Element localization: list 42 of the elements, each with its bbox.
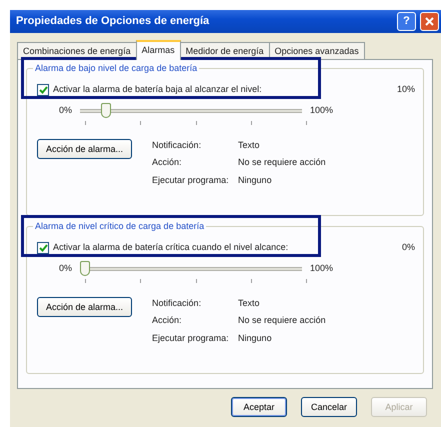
slider-min-label: 0% — [59, 104, 72, 117]
alarm-action-button[interactable]: Acción de alarma... — [37, 138, 132, 158]
detail-value: No se requiere acción — [238, 156, 326, 169]
tick-mark — [85, 278, 86, 282]
dialog-button[interactable]: Cancelar — [301, 397, 357, 417]
detail-label: Acción: — [152, 314, 183, 327]
window-title: Propiedades de Opciones de energía — [16, 14, 210, 30]
tab[interactable]: Alarmas — [136, 40, 181, 60]
checkbox-label: Activar la alarma de batería crítica cuando el nivel alcance: — [53, 241, 290, 254]
level-reading: 10% — [396, 83, 415, 96]
detail-label: Ejecutar programa: — [152, 174, 230, 187]
detail-label: Notificación: — [152, 296, 202, 310]
slider-thumb[interactable] — [80, 260, 90, 276]
tick-mark — [250, 278, 252, 282]
detail-label: Notificación: — [152, 138, 202, 152]
detail-label: Acción: — [152, 156, 183, 169]
group-title: Alarma de bajo nivel de carga de batería — [33, 62, 200, 76]
tick-mark — [250, 120, 252, 124]
detail-value: Ninguno — [238, 332, 273, 345]
help-button[interactable]: ? — [397, 12, 416, 31]
slider-min-label: 0% — [59, 262, 72, 275]
tick-mark — [85, 120, 86, 124]
level-reading: 0% — [402, 241, 415, 254]
detail-value: Texto — [238, 296, 261, 310]
tick-mark — [306, 278, 307, 282]
group-title: Alarma de nivel crítico de carga de batería — [33, 220, 206, 234]
detail-value: Ninguno — [238, 174, 273, 187]
tab[interactable]: Opciones avanzadas — [268, 42, 365, 59]
checkbox-label: Activar la alarma de batería baja al alcanzar el nivel: — [53, 83, 263, 96]
slider-max-label: 100% — [310, 104, 334, 117]
slider-thumb[interactable] — [101, 102, 112, 118]
detail-label: Ejecutar programa: — [152, 332, 230, 345]
detail-value: No se requiere acción — [238, 314, 326, 327]
detail-value: Texto — [238, 138, 261, 152]
close-button[interactable] — [420, 12, 439, 31]
slider-max-label: 100% — [310, 262, 334, 275]
dialog-button[interactable]: Aceptar — [231, 397, 287, 417]
checkbox[interactable] — [37, 242, 49, 254]
alarm-action-button[interactable]: Acción de alarma... — [37, 296, 132, 316]
tick-mark — [306, 120, 307, 124]
close-icon — [425, 17, 434, 26]
checkbox[interactable] — [37, 84, 49, 96]
